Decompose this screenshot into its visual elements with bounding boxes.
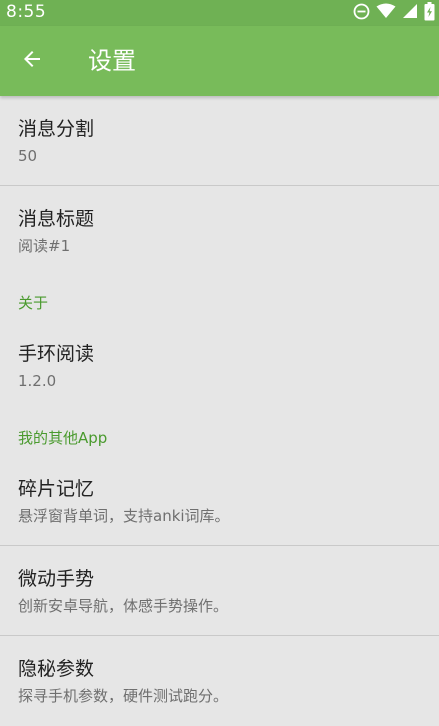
do-not-disturb-icon — [353, 3, 370, 24]
app-description: 悬浮窗背单词，支持anki词库。 — [18, 507, 230, 525]
battery-icon — [424, 1, 435, 25]
app-description: 探寻手机参数，硬件测试跑分。 — [18, 687, 229, 705]
app-item-fragment-memory[interactable]: 碎片记忆 悬浮窗背单词，支持anki词库。 — [0, 456, 439, 546]
app-title: 微动手势 — [18, 568, 95, 590]
app-title: 隐秘参数 — [18, 658, 95, 680]
app-item-micro-gesture[interactable]: 微动手势 创新安卓导航，体感手势操作。 — [0, 546, 439, 636]
setting-item-app-version[interactable]: 手环阅读 1.2.0 — [0, 321, 439, 411]
arrow-left-icon — [20, 47, 44, 75]
status-icons — [353, 1, 435, 25]
app-description: 创新安卓导航，体感手势操作。 — [18, 597, 229, 615]
setting-title: 消息分割 — [18, 118, 95, 140]
app-item-hidden-params[interactable]: 隐秘参数 探寻手机参数，硬件测试跑分。 — [0, 636, 439, 726]
wifi-icon — [376, 3, 396, 23]
setting-title: 手环阅读 — [18, 343, 95, 365]
app-title: 碎片记忆 — [18, 478, 95, 500]
status-time: 8:55 — [6, 2, 47, 22]
app-bar: 设置 — [0, 26, 439, 96]
signal-icon — [402, 3, 418, 23]
category-header: 我的其他App — [18, 429, 108, 447]
back-button[interactable] — [10, 39, 54, 83]
category-header: 关于 — [18, 294, 49, 312]
setting-value: 1.2.0 — [18, 372, 57, 390]
status-bar: 8:55 — [0, 0, 439, 26]
setting-item-message-split[interactable]: 消息分割 50 — [0, 96, 439, 186]
setting-item-message-title[interactable]: 消息标题 阅读#1 — [0, 186, 439, 276]
setting-value: 50 — [18, 147, 38, 165]
setting-value: 阅读#1 — [18, 237, 71, 255]
category-about: 关于 — [0, 276, 439, 321]
setting-title: 消息标题 — [18, 208, 95, 230]
page-title: 设置 — [88, 47, 136, 75]
category-other-apps: 我的其他App — [0, 411, 439, 456]
settings-list: 消息分割 50 消息标题 阅读#1 关于 手环阅读 1.2.0 我的其他App … — [0, 96, 439, 726]
